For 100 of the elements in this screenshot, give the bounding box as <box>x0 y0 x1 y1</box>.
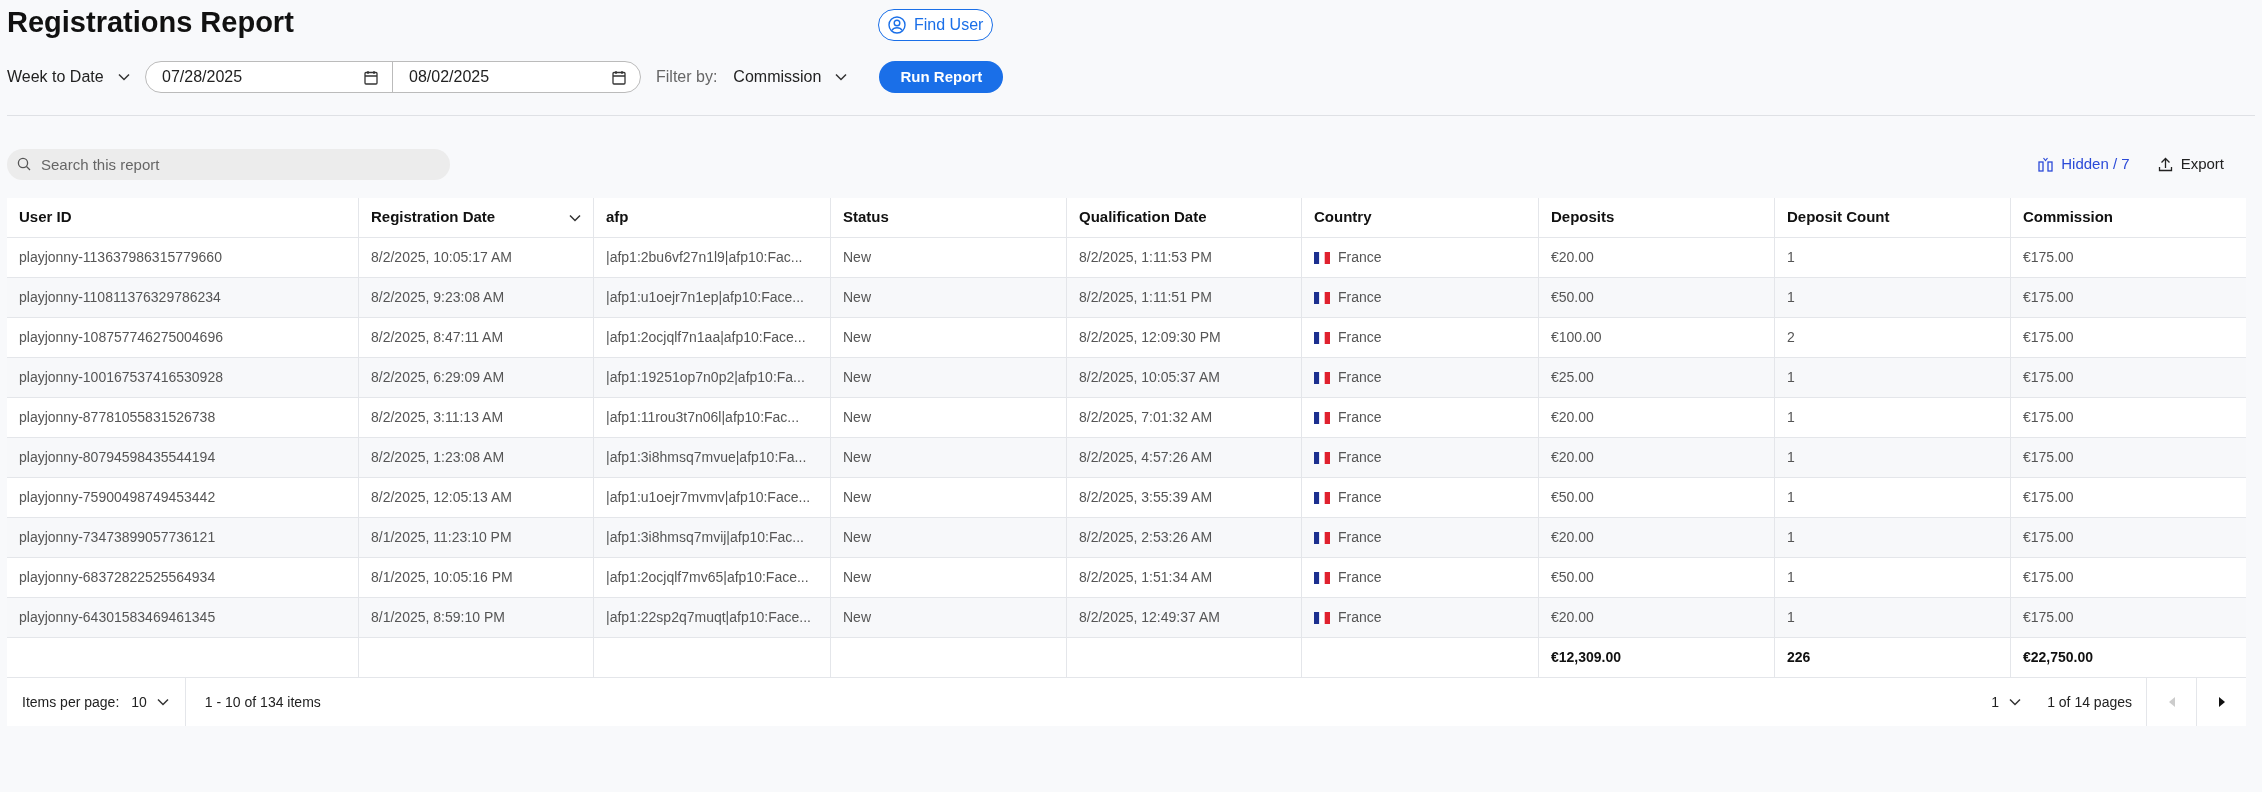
export-button[interactable]: Export <box>2157 153 2224 176</box>
column-header[interactable]: Registration Date <box>358 198 593 237</box>
table-cell: €175.00 <box>2010 318 2246 357</box>
table-cell: €20.00 <box>1538 438 1774 477</box>
table-cell: |afp1:2ocjqlf7mv65|afp10:Face... <box>593 558 830 597</box>
table-cell: 8/2/2025, 1:23:08 AM <box>358 438 593 477</box>
column-header[interactable]: Country <box>1301 198 1538 237</box>
column-header[interactable]: Deposits <box>1538 198 1774 237</box>
table-cell: |afp1:19251op7n0p2|afp10:Fa... <box>593 358 830 397</box>
search-field[interactable]: Search this report <box>7 149 450 180</box>
table-cell: 8/1/2025, 11:23:10 PM <box>358 518 593 557</box>
page-count: 1 of 14 pages <box>2047 692 2132 712</box>
table-cell-text: playjonny-110811376329786234 <box>18 288 222 307</box>
column-header[interactable]: afp <box>593 198 830 237</box>
table-cell: France <box>1301 518 1538 557</box>
column-header[interactable]: Commission <box>2010 198 2246 237</box>
columns-icon <box>2038 157 2054 172</box>
table-cell-text: playjonny-75900498749453442 <box>18 488 217 507</box>
run-report-button[interactable]: Run Report <box>879 61 1004 93</box>
table-cell: 1 <box>1774 398 2010 437</box>
flag-icon <box>1314 331 1330 344</box>
table-cell: 8/2/2025, 4:57:26 AM <box>1066 438 1301 477</box>
flag-icon <box>1314 411 1330 424</box>
table-cell: €175.00 <box>2010 558 2246 597</box>
table-cell: 8/2/2025, 1:51:34 AM <box>1066 558 1301 597</box>
table-cell: €20.00 <box>1538 598 1774 637</box>
hidden-columns-button[interactable]: Hidden / 7 <box>2038 153 2130 176</box>
items-per-page-dropdown[interactable]: 10 <box>131 691 169 713</box>
table-cell: 1 <box>1774 598 2010 637</box>
table-cell: 8/2/2025, 6:29:09 AM <box>358 358 593 397</box>
table-cell: €100.00 <box>1538 318 1774 357</box>
flag-icon <box>1314 371 1330 384</box>
user-icon <box>888 16 906 34</box>
table-cell: €50.00 <box>1538 478 1774 517</box>
table-cell: €20.00 <box>1538 398 1774 437</box>
chevron-down-icon <box>156 698 169 706</box>
table-cell: New <box>830 438 1066 477</box>
table-cell: France <box>1301 238 1538 277</box>
table-cell: New <box>830 478 1066 517</box>
table-cell: 1 <box>1774 478 2010 517</box>
table-cell: €175.00 <box>2010 518 2246 557</box>
sort-caret-icon <box>569 213 581 222</box>
column-header[interactable]: Deposit Count <box>1774 198 2010 237</box>
items-range: 1 - 10 of 134 items <box>204 692 321 712</box>
table-cell: France <box>1301 398 1538 437</box>
table-cell: |afp1:3i8hmsq7mvij|afp10:Fac... <box>593 518 830 557</box>
flag-icon <box>1314 571 1330 584</box>
table-cell: 1 <box>1774 558 2010 597</box>
table-cell: France <box>1301 598 1538 637</box>
page-dropdown[interactable]: 1 <box>1991 691 2022 713</box>
table-cell: 8/2/2025, 12:05:13 AM <box>358 478 593 517</box>
filter-dropdown[interactable]: Commission <box>733 65 848 89</box>
table-cell: €175.00 <box>2010 238 2246 277</box>
page-title: Registrations Report <box>7 5 295 40</box>
flag-icon <box>1314 291 1330 304</box>
total-cell-text: €22,750.00 <box>2023 648 2094 667</box>
find-user-button[interactable]: Find User <box>878 9 994 41</box>
table-cell: |afp1:3i8hmsq7mvue|afp10:Fa... <box>593 438 830 477</box>
table-cell: France <box>1301 438 1538 477</box>
table-cell: €25.00 <box>1538 358 1774 397</box>
table-cell: 8/1/2025, 10:05:16 PM <box>358 558 593 597</box>
table-cell: €175.00 <box>2010 478 2246 517</box>
table-cell-text: playjonny-113637986315779660 <box>18 248 223 267</box>
table-cell: 8/2/2025, 7:01:32 AM <box>1066 398 1301 437</box>
table-cell: 1 <box>1774 358 2010 397</box>
table-cell-text: playjonny-100167537416530928 <box>18 368 224 387</box>
table-cell: 8/2/2025, 1:11:51 PM <box>1066 278 1301 317</box>
table-cell: 1 <box>1774 438 2010 477</box>
table-cell: €175.00 <box>2010 398 2246 437</box>
table-cell: 8/2/2025, 8:47:11 AM <box>358 318 593 357</box>
table-cell: 1 <box>1774 238 2010 277</box>
filter-label: Filter by: <box>656 67 718 87</box>
column-header[interactable]: Status <box>830 198 1066 237</box>
table-cell-text: playjonny-73473899057736121 <box>18 528 217 547</box>
flag-icon <box>1314 451 1330 464</box>
table-cell: 8/2/2025, 3:55:39 AM <box>1066 478 1301 517</box>
table-cell: 2 <box>1774 318 2010 357</box>
chevron-down-icon <box>2009 698 2022 706</box>
start-date: 07/28/2025 <box>162 67 243 87</box>
table-cell: New <box>830 278 1066 317</box>
table-cell: |afp1:2ocjqlf7n1aa|afp10:Face... <box>593 318 830 357</box>
flag-icon <box>1314 531 1330 544</box>
table-cell: €20.00 <box>1538 238 1774 277</box>
column-header[interactable]: User ID <box>7 198 358 237</box>
table-cell: New <box>830 358 1066 397</box>
table-cell: 8/1/2025, 8:59:10 PM <box>358 598 593 637</box>
total-cell-text: €12,309.00 <box>1551 648 1622 667</box>
table-cell-text: playjonny-87781055831526738 <box>18 408 217 427</box>
table-cell: 8/2/2025, 2:53:26 AM <box>1066 518 1301 557</box>
table-cell: 1 <box>1774 278 2010 317</box>
column-header[interactable]: Qualification Date <box>1066 198 1301 237</box>
table-cell: |afp1:2bu6vf27n1l9|afp10:Fac... <box>593 238 830 277</box>
upload-icon <box>2157 157 2173 172</box>
table-cell: €20.00 <box>1538 518 1774 557</box>
table-cell: 8/2/2025, 9:23:08 AM <box>358 278 593 317</box>
date-range-field[interactable]: 07/28/2025 08/02/2025 <box>145 61 641 93</box>
table-cell: €175.00 <box>2010 278 2246 317</box>
table-cell: France <box>1301 278 1538 317</box>
period-dropdown[interactable]: Week to Date <box>7 65 145 89</box>
table-cell: 8/2/2025, 10:05:37 AM <box>1066 358 1301 397</box>
